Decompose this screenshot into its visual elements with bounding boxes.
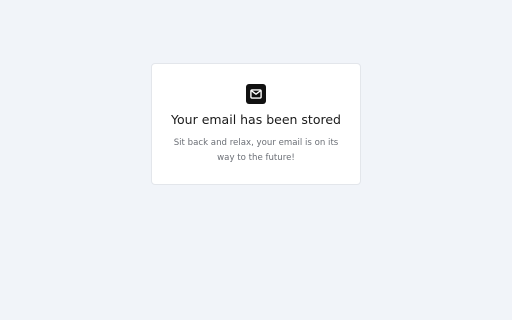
mail-icon	[246, 84, 266, 104]
confirmation-message: Sit back and relax, your email is on its…	[173, 138, 339, 163]
confirmation-card: Your email has been stored Sit back and …	[151, 63, 361, 185]
confirmation-title: Your email has been stored	[171, 112, 341, 127]
